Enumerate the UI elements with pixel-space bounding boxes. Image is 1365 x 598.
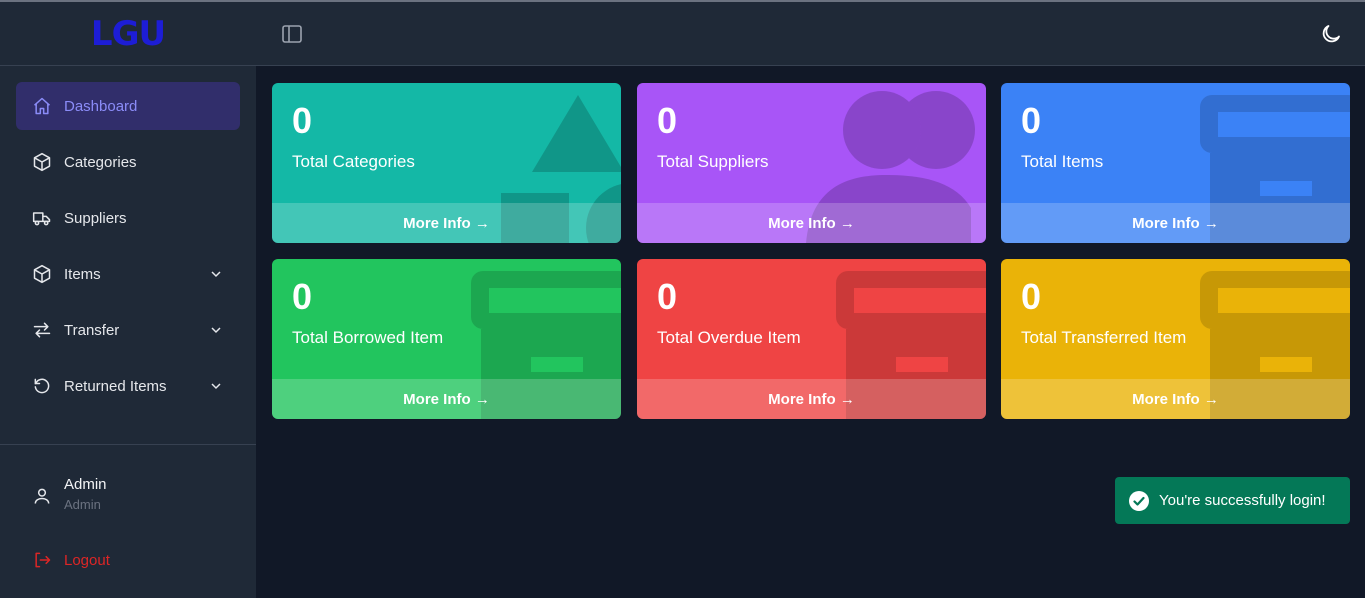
cube-icon (32, 152, 52, 172)
logout-icon (32, 550, 52, 570)
stat-label: Total Categories (292, 152, 415, 171)
stat-label: Total Items (1021, 152, 1104, 171)
sidebar-item-label: Dashboard (64, 97, 138, 115)
sidebar-nav: Dashboard Categories Suppliers Items Tra… (0, 66, 256, 410)
sidebar-item-transfer[interactable]: Transfer (16, 306, 240, 354)
chevron-down-icon[interactable] (208, 322, 224, 338)
stat-value: 0 (657, 100, 678, 141)
stat-card-categories: 0 Total Categories More Info → (272, 83, 621, 243)
user-role: Admin (64, 497, 101, 512)
more-info-link[interactable]: More Info → (637, 203, 986, 243)
sidebar-item-label: Returned Items (64, 377, 167, 395)
stat-value: 0 (1021, 100, 1042, 141)
stat-value: 0 (292, 100, 313, 141)
stat-label: Total Borrowed Item (292, 328, 444, 347)
stat-card-overdue: 0 Total Overdue Item More Info → (637, 259, 986, 419)
stat-value: 0 (657, 276, 678, 317)
sidebar-item-dashboard[interactable]: Dashboard (16, 82, 240, 130)
arrows-right-left-icon (32, 320, 52, 340)
stat-label: Total Suppliers (657, 152, 769, 171)
logo-area: LGU (0, 2, 256, 66)
top-header (256, 2, 1365, 66)
success-toast[interactable]: You're successfully login! (1115, 477, 1350, 524)
user-name: Admin (64, 476, 107, 493)
undo-icon (32, 376, 52, 396)
sidebar-toggle-icon[interactable] (280, 22, 304, 46)
stat-label: Total Overdue Item (657, 328, 801, 347)
more-info-link[interactable]: More Info → (272, 203, 621, 243)
moon-icon[interactable] (1319, 22, 1343, 46)
sidebar-item-label: Transfer (64, 321, 120, 339)
chevron-down-icon[interactable] (208, 378, 224, 394)
sidebar-item-categories[interactable]: Categories (16, 138, 240, 186)
stat-card-items: 0 Total Items More Info → (1001, 83, 1350, 243)
app-logo[interactable]: LGU (91, 17, 166, 51)
sidebar-item-suppliers[interactable]: Suppliers (16, 194, 240, 242)
logout-label: Logout (64, 551, 110, 569)
chevron-down-icon[interactable] (208, 266, 224, 282)
sidebar-item-label: Items (64, 265, 101, 283)
home-icon (32, 96, 52, 116)
sidebar-item-returned-items[interactable]: Returned Items (16, 362, 240, 410)
stat-value: 0 (1021, 276, 1042, 317)
sidebar: LGU Dashboard Categories Suppliers Items (0, 2, 256, 598)
more-info-link[interactable]: More Info → (637, 379, 986, 419)
sidebar-item-items[interactable]: Items (16, 250, 240, 298)
logout-button[interactable]: Logout (32, 550, 110, 570)
sidebar-item-label: Suppliers (64, 209, 127, 227)
user-profile[interactable]: Admin Admin (32, 476, 107, 512)
more-info-link[interactable]: More Info → (1001, 379, 1350, 419)
user-icon (32, 486, 52, 506)
more-info-link[interactable]: More Info → (1001, 203, 1350, 243)
stat-value: 0 (292, 276, 313, 317)
stat-card-transferred: 0 Total Transferred Item More Info → (1001, 259, 1350, 419)
more-info-link[interactable]: More Info → (272, 379, 621, 419)
stat-label: Total Transferred Item (1021, 328, 1187, 347)
cube-icon (32, 264, 52, 284)
toast-message: You're successfully login! (1159, 492, 1326, 509)
sidebar-item-label: Categories (64, 153, 137, 171)
truck-icon (32, 208, 52, 228)
stat-card-suppliers: 0 Total Suppliers More Info → (637, 83, 986, 243)
check-circle-icon (1129, 490, 1149, 511)
sidebar-divider (0, 444, 256, 445)
stat-card-borrowed: 0 Total Borrowed Item More Info → (272, 259, 621, 419)
